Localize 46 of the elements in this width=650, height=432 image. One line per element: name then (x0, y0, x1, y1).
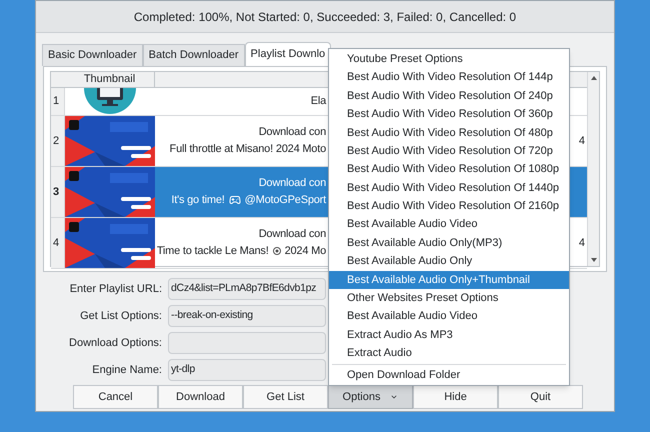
description-cell-text: Download con Time to tackle Le Mans! 2024 Mo (156, 227, 327, 259)
cell-text: 4 (578, 236, 585, 251)
description-cell-text: Ela (310, 94, 327, 109)
toolbar-button[interactable]: Hide (413, 385, 498, 409)
menu-item[interactable]: Best Audio With Video Resolution Of 144p (329, 68, 569, 87)
tab[interactable]: Batch Downloader (142, 44, 245, 66)
column-header: Thumbnail (84, 72, 136, 88)
toolbar-button[interactable]: Download (158, 385, 243, 409)
toolbar-button[interactable]: Quit (498, 385, 583, 409)
menu-item[interactable]: Best Available Audio Video (329, 216, 569, 234)
menu-item[interactable]: Best Available Audio Only (329, 252, 569, 271)
menu-item[interactable]: Extract Audio (329, 344, 569, 363)
toolbar-button[interactable]: Options (328, 385, 413, 409)
menu-item[interactable]: Best Audio With Video Resolution Of 2160p (329, 197, 569, 216)
field-label: Engine Name: (91, 362, 162, 378)
input-field[interactable]: yt-dlp (168, 359, 326, 381)
toolbar-button[interactable]: Cancel (73, 385, 158, 409)
field-label: Download Options: (68, 336, 162, 351)
input-field[interactable]: --break-on-existing (168, 305, 326, 327)
menu-item[interactable]: Best Available Audio Only(MP3) (329, 234, 569, 252)
tab[interactable]: Playlist Downlo (244, 42, 332, 66)
toolbar-button[interactable]: Get List (243, 385, 328, 409)
window-title: Completed: 100%, Not Started: 0, Succeeded: 3, Failed: 0, Cancelled: 0 (134, 8, 516, 26)
row-number: 3 (53, 184, 60, 200)
menu-item[interactable]: Best Available Audio Only+Thumbnail (329, 270, 569, 290)
menu-item[interactable]: Best Audio With Video Resolution Of 1440p (329, 178, 569, 198)
menu-item[interactable]: Best Audio With Video Resolution Of 480p (329, 124, 569, 142)
cell-text: 4 (578, 134, 585, 149)
field-label: Enter Playlist URL: (68, 282, 162, 297)
menu-item[interactable]: Best Audio With Video Resolution Of 240p (329, 86, 569, 106)
input-field[interactable]: dCz4&list=PLmA8p7BfE6dvb1pz (168, 278, 326, 300)
menu-section-header: Youtube Preset Options (346, 52, 464, 67)
field-label: Get List Options: (79, 308, 162, 324)
tab[interactable]: Basic Downloader (42, 44, 143, 66)
menu-item[interactable]: Extract Audio As MP3 (329, 326, 569, 344)
menu-section-header: Other Websites Preset Options (346, 291, 500, 306)
row-number: 2 (53, 134, 60, 149)
description-cell: Download con It's go time! @MotoGPeSport (155, 167, 327, 217)
menu-item[interactable]: Best Audio With Video Resolution Of 1080p (329, 160, 569, 179)
menu-item[interactable]: Best Audio With Video Resolution Of 360p (329, 105, 569, 124)
menu-item[interactable]: Open Download Folder (329, 366, 569, 384)
row-number: 4 (53, 236, 60, 251)
menu-item[interactable]: Best Available Audio Video (329, 307, 569, 326)
description-cell-text: Download con Full throttle at Misano! 2024 Moto (168, 125, 327, 157)
menu-item[interactable]: Best Audio With Video Resolution Of 720p (329, 142, 569, 160)
row-number: 1 (53, 94, 60, 110)
